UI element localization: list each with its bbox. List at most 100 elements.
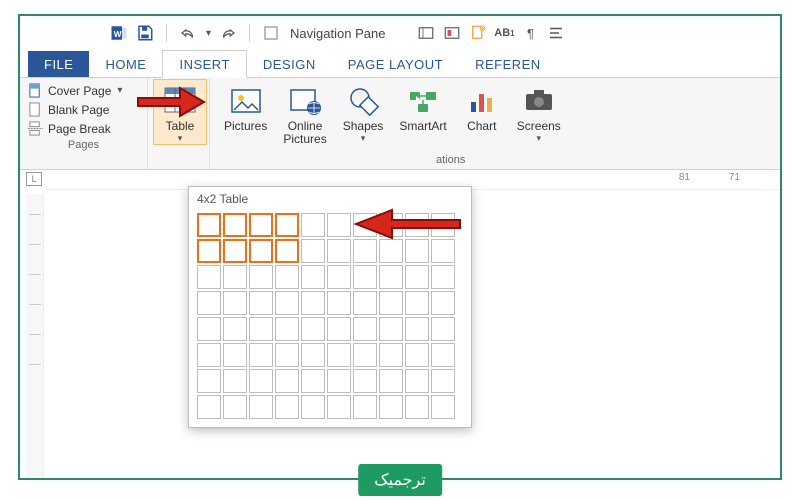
one-page-icon[interactable]: [443, 24, 461, 42]
grid-cell[interactable]: [431, 239, 455, 263]
tab-references[interactable]: REFEREN: [459, 51, 545, 77]
smartart-button[interactable]: SmartArt: [391, 80, 454, 152]
grid-cell[interactable]: [379, 239, 403, 263]
page-break-button[interactable]: Page Break: [26, 120, 141, 137]
grid-cell[interactable]: [223, 265, 247, 289]
align-icon[interactable]: [547, 24, 565, 42]
grid-cell[interactable]: [431, 265, 455, 289]
grid-cell[interactable]: [249, 291, 273, 315]
grid-cell[interactable]: [353, 239, 377, 263]
grid-cell[interactable]: [197, 317, 221, 341]
grid-cell[interactable]: [431, 369, 455, 393]
tab-design[interactable]: DESIGN: [247, 51, 332, 77]
grid-cell[interactable]: [353, 291, 377, 315]
grid-cell[interactable]: [275, 239, 299, 263]
grid-cell[interactable]: [275, 265, 299, 289]
grid-cell[interactable]: [223, 369, 247, 393]
grid-cell[interactable]: [327, 213, 351, 237]
grid-cell[interactable]: [249, 343, 273, 367]
grid-cell[interactable]: [353, 343, 377, 367]
online-pictures-button[interactable]: OnlinePictures: [275, 80, 334, 152]
grid-cell[interactable]: [431, 395, 455, 419]
spellcheck-icon[interactable]: AB1: [495, 24, 513, 42]
grid-cell[interactable]: [301, 239, 325, 263]
grid-cell[interactable]: [327, 239, 351, 263]
paragraph-marks-icon[interactable]: ¶: [521, 24, 539, 42]
grid-cell[interactable]: [275, 369, 299, 393]
grid-cell[interactable]: [301, 343, 325, 367]
grid-cell[interactable]: [353, 213, 377, 237]
grid-cell[interactable]: [197, 239, 221, 263]
grid-cell[interactable]: [301, 317, 325, 341]
grid-cell[interactable]: [327, 369, 351, 393]
blank-page-button[interactable]: Blank Page: [26, 101, 141, 118]
grid-cell[interactable]: [405, 291, 429, 315]
grid-cell[interactable]: [301, 213, 325, 237]
grid-cell[interactable]: [223, 213, 247, 237]
grid-cell[interactable]: [379, 317, 403, 341]
grid-cell[interactable]: [223, 291, 247, 315]
table-size-grid[interactable]: [189, 209, 471, 427]
grid-cell[interactable]: [431, 343, 455, 367]
grid-cell[interactable]: [379, 369, 403, 393]
grid-cell[interactable]: [405, 395, 429, 419]
grid-cell[interactable]: [197, 369, 221, 393]
grid-cell[interactable]: [301, 395, 325, 419]
grid-cell[interactable]: [353, 369, 377, 393]
grid-cell[interactable]: [223, 239, 247, 263]
tab-insert[interactable]: INSERT: [162, 50, 246, 78]
grid-cell[interactable]: [353, 265, 377, 289]
undo-dropdown-icon[interactable]: ▾: [206, 28, 211, 39]
navigation-pane-label[interactable]: Navigation Pane: [290, 26, 385, 41]
tab-file[interactable]: FILE: [28, 51, 89, 77]
grid-cell[interactable]: [405, 369, 429, 393]
grid-cell[interactable]: [327, 317, 351, 341]
grid-cell[interactable]: [405, 317, 429, 341]
grid-cell[interactable]: [379, 343, 403, 367]
grid-cell[interactable]: [249, 317, 273, 341]
new-doc-icon[interactable]: [469, 24, 487, 42]
grid-cell[interactable]: [249, 239, 273, 263]
grid-cell[interactable]: [327, 265, 351, 289]
undo-icon[interactable]: [179, 24, 197, 42]
grid-cell[interactable]: [327, 343, 351, 367]
grid-cell[interactable]: [405, 213, 429, 237]
save-icon[interactable]: [136, 24, 154, 42]
grid-cell[interactable]: [405, 265, 429, 289]
grid-cell[interactable]: [301, 369, 325, 393]
grid-cell[interactable]: [275, 213, 299, 237]
grid-cell[interactable]: [301, 291, 325, 315]
grid-cell[interactable]: [379, 265, 403, 289]
shapes-button[interactable]: Shapes▾: [335, 80, 392, 152]
grid-cell[interactable]: [275, 291, 299, 315]
page-width-icon[interactable]: [417, 24, 435, 42]
grid-cell[interactable]: [327, 291, 351, 315]
screenshot-button[interactable]: Screens▾: [509, 80, 569, 152]
insert-table-popup[interactable]: 4x2 Table: [188, 186, 472, 428]
grid-cell[interactable]: [275, 343, 299, 367]
grid-cell[interactable]: [431, 317, 455, 341]
grid-cell[interactable]: [379, 395, 403, 419]
grid-cell[interactable]: [249, 213, 273, 237]
redo-icon[interactable]: [219, 24, 237, 42]
grid-cell[interactable]: [197, 265, 221, 289]
vertical-ruler[interactable]: [26, 194, 44, 478]
grid-cell[interactable]: [275, 317, 299, 341]
grid-cell[interactable]: [249, 265, 273, 289]
checkbox-empty-icon[interactable]: [262, 24, 280, 42]
grid-cell[interactable]: [405, 239, 429, 263]
grid-cell[interactable]: [223, 395, 247, 419]
grid-cell[interactable]: [431, 291, 455, 315]
grid-cell[interactable]: [431, 213, 455, 237]
table-button[interactable]: Table▾: [153, 79, 207, 145]
cover-page-button[interactable]: Cover Page ▾: [26, 82, 141, 99]
grid-cell[interactable]: [301, 265, 325, 289]
tab-home[interactable]: HOME: [89, 51, 162, 77]
tab-page-layout[interactable]: PAGE LAYOUT: [332, 51, 459, 77]
grid-cell[interactable]: [197, 343, 221, 367]
grid-cell[interactable]: [197, 395, 221, 419]
grid-cell[interactable]: [353, 395, 377, 419]
grid-cell[interactable]: [379, 213, 403, 237]
grid-cell[interactable]: [223, 343, 247, 367]
grid-cell[interactable]: [197, 213, 221, 237]
